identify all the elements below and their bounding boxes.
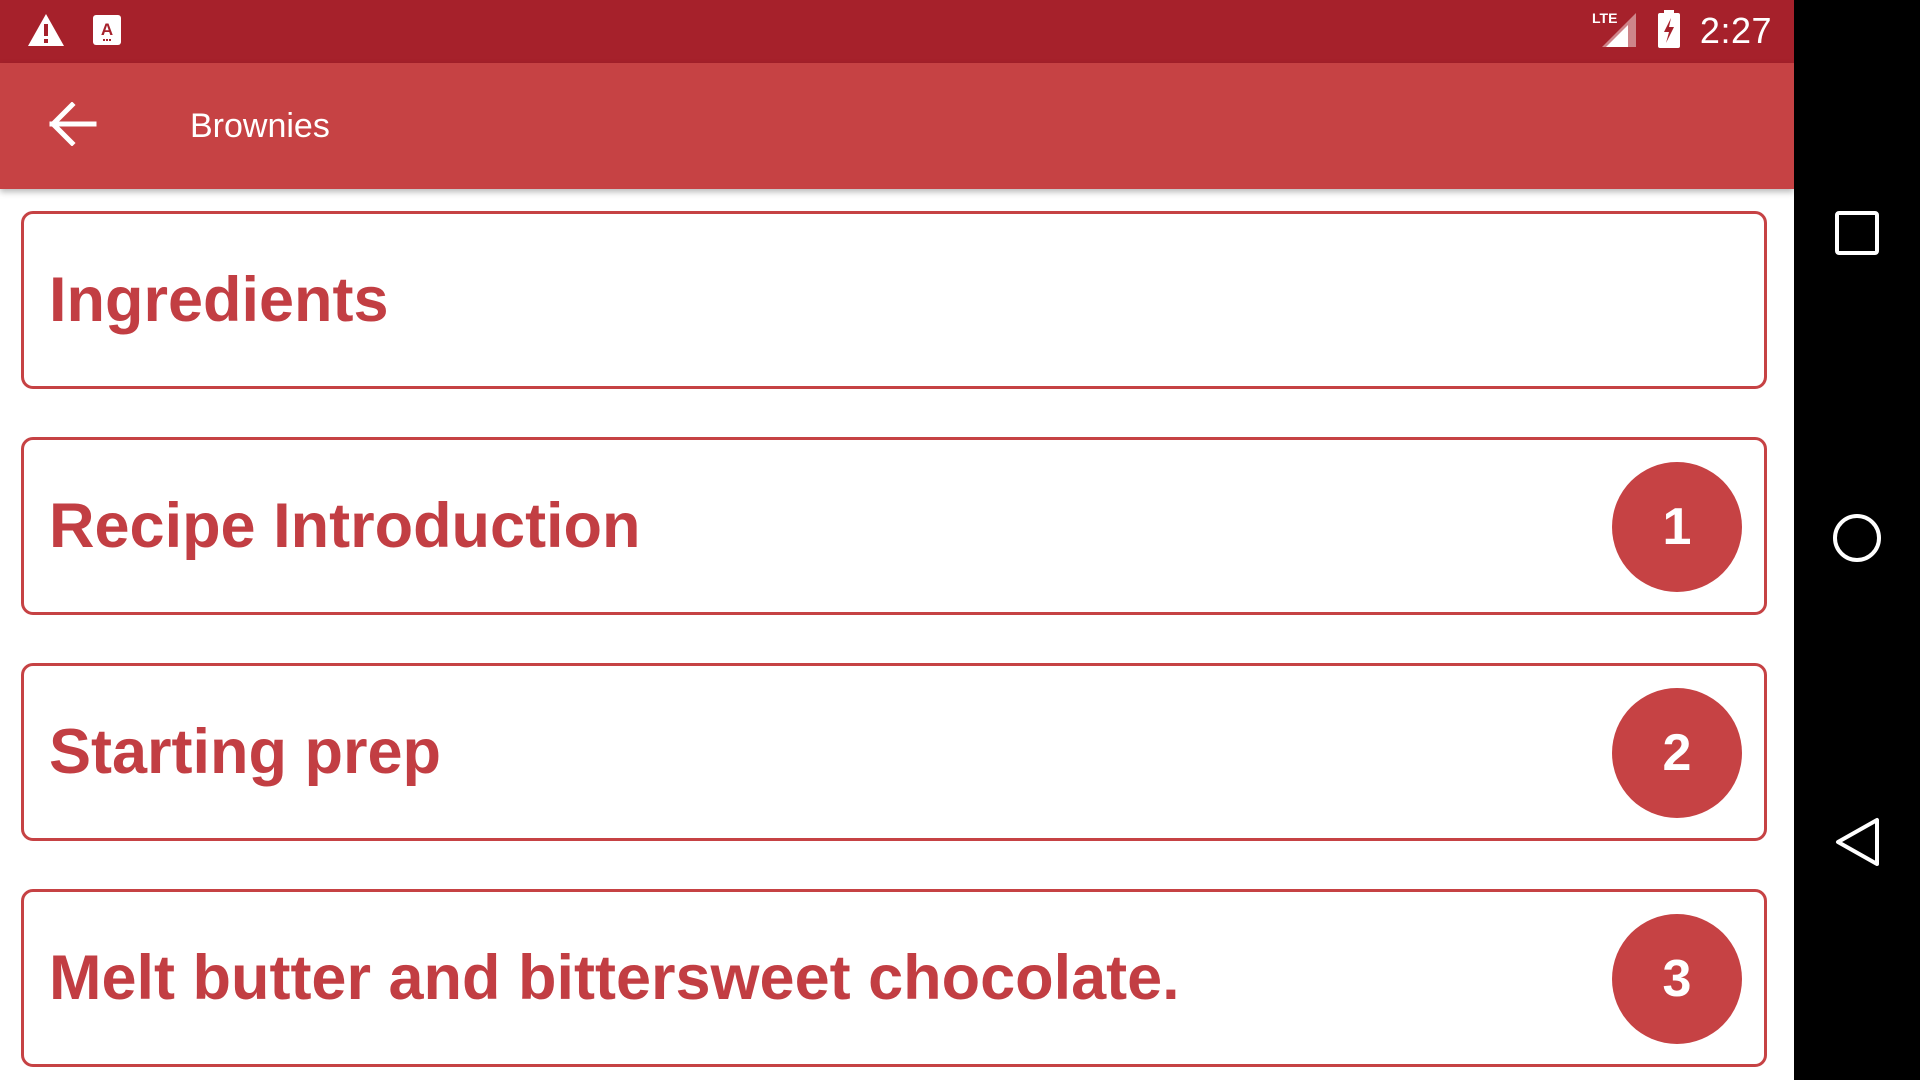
recents-button[interactable] [1794,175,1920,295]
page-title: Brownies [190,107,330,145]
svg-text:A: A [101,20,113,39]
status-left-icons: A [26,12,122,52]
arrow-back-icon [48,101,98,150]
status-time: 2:27 [1699,10,1772,51]
text-a-icon: A [92,14,122,50]
battery-charging-icon [1656,9,1682,53]
step-number-badge: 2 [1612,688,1742,818]
back-button[interactable] [34,91,112,161]
status-bar: A LTE 2:27 [0,0,1794,63]
list-item-label: Ingredients [49,265,389,335]
list-item-recipe-introduction[interactable]: Recipe Introduction 1 [21,437,1767,615]
home-circle-icon [1831,512,1883,568]
list-item-label: Recipe Introduction [49,491,641,561]
back-triangle-icon [1833,816,1881,872]
step-number-badge: 3 [1612,914,1742,1044]
network-label: LTE [1592,10,1617,26]
step-number-badge: 1 [1612,462,1742,592]
app-screen: A LTE 2:27 Brownies Ingredients Recipe I… [0,0,1794,1080]
recipe-sections-list: Ingredients Recipe Introduction 1 Starti… [0,189,1794,1080]
home-button[interactable] [1794,480,1920,600]
list-item-label: Melt butter and bittersweet chocolate. [49,943,1180,1013]
list-item-starting-prep[interactable]: Starting prep 2 [21,663,1767,841]
navigation-bar [1794,0,1920,1080]
app-bar: Brownies [0,63,1794,189]
list-item-label: Starting prep [49,717,442,787]
list-item-ingredients[interactable]: Ingredients [21,211,1767,389]
lte-signal-icon: LTE [1592,9,1638,53]
recents-square-icon [1834,210,1880,260]
list-item-melt-butter[interactable]: Melt butter and bittersweet chocolate. 3 [21,889,1767,1067]
status-right-icons: LTE 2:27 [1592,8,1772,54]
nav-back-button[interactable] [1794,784,1920,904]
warning-icon [26,12,66,52]
